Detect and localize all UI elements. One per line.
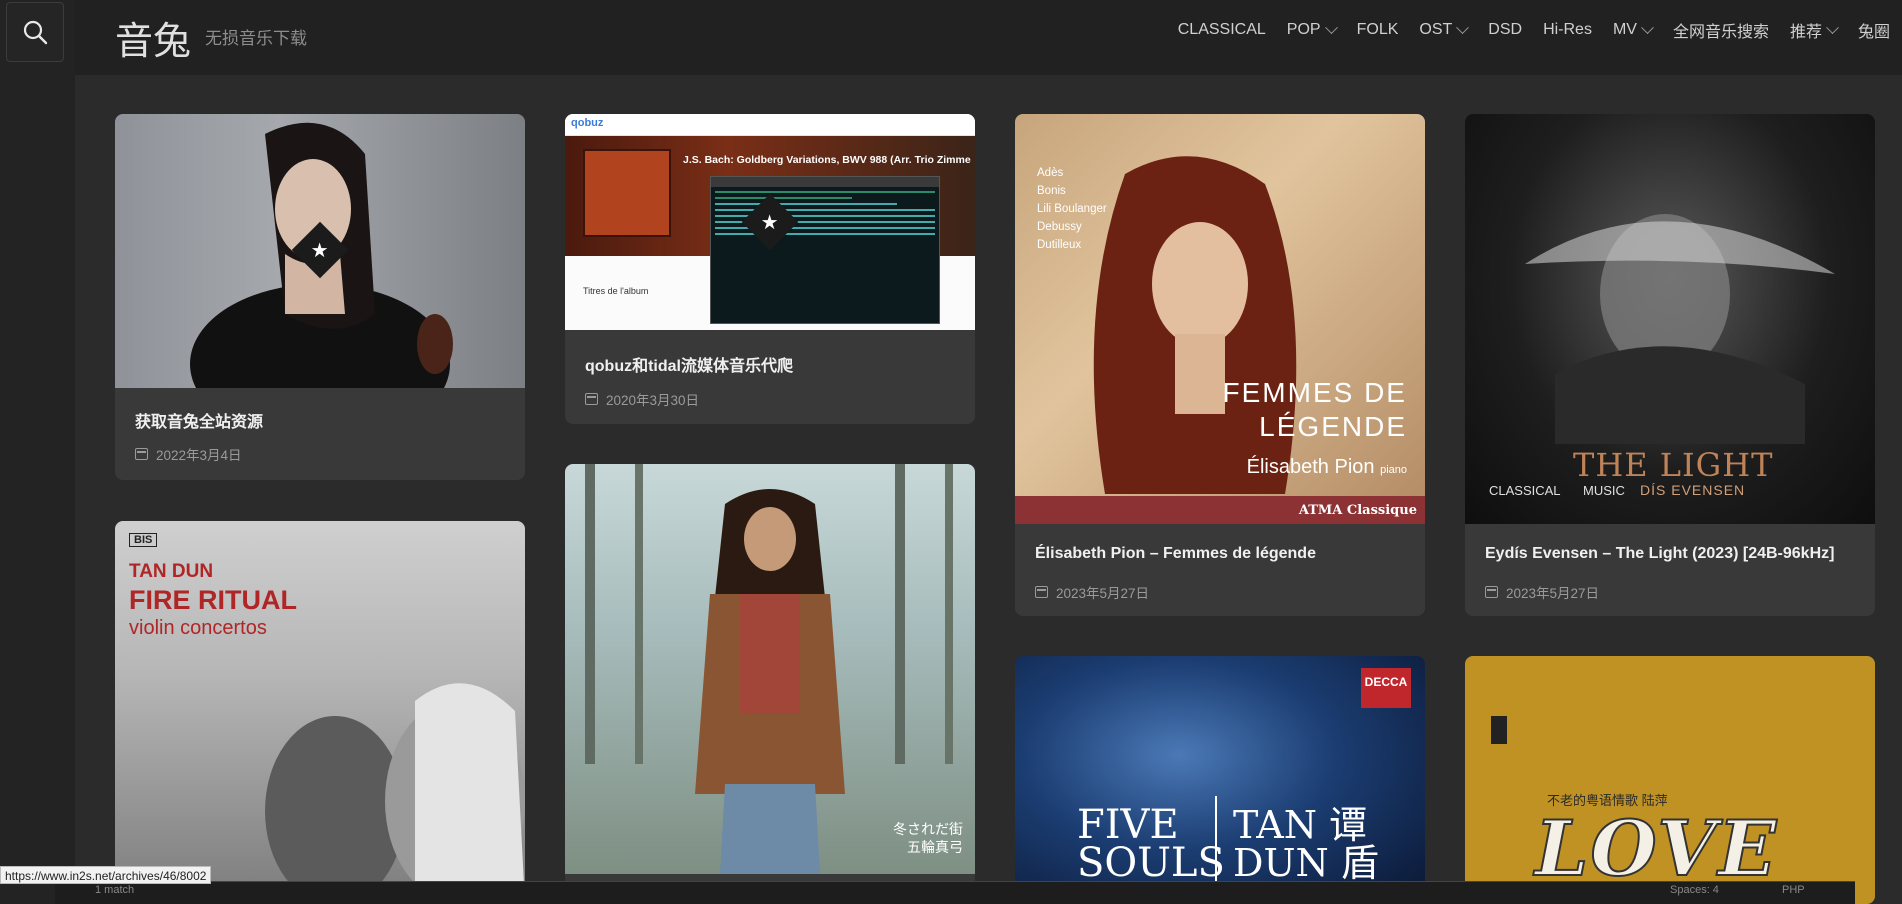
match-count: 1 match	[95, 884, 135, 896]
album-cover-subtitle: violin concertos	[129, 617, 267, 639]
qobuz-album-title: J.S. Bach: Goldberg Variations, BWV 988 …	[683, 154, 971, 166]
record-label: BIS	[129, 533, 158, 547]
album-cover-title: FIVE SOULS	[1077, 802, 1225, 886]
calendar-icon	[135, 448, 148, 460]
post-card[interactable]: ★ 获取音兔全站资源 2022年3月4日	[115, 114, 525, 480]
nav-item-ost[interactable]: OST	[1419, 18, 1470, 42]
nav-item-circle[interactable]: 兔圈	[1858, 18, 1890, 42]
post-card[interactable]: Adès Bonis Lili Boulanger Debussy Dutill…	[1015, 114, 1425, 616]
editor-status-strip: 1 match Spaces: 4 PHP	[55, 881, 1855, 904]
link-status-bar: https://www.in2s.net/archives/46/8002	[0, 866, 212, 884]
nav-item-pop[interactable]: POP	[1287, 18, 1338, 42]
chevron-down-icon	[1641, 20, 1654, 34]
post-date: 2023年5月27日	[1035, 582, 1149, 602]
post-title[interactable]: Élisabeth Pion – Femmes de légende	[1035, 545, 1316, 563]
post-card[interactable]: 不老的粤语情歌 陆萍 LOVE	[1465, 656, 1875, 904]
category-tag[interactable]: CLASSICAL	[1489, 483, 1561, 498]
nav-item-folk[interactable]: FOLK	[1357, 18, 1399, 42]
terminal-window	[710, 176, 940, 324]
album-cover-title: FIRE RITUAL	[129, 585, 297, 615]
post-thumbnail[interactable]: DECCA FIVE SOULS TAN 谭 DUN 盾	[1015, 656, 1425, 904]
left-sidebar	[0, 0, 75, 904]
spaces-indicator: Spaces: 4	[1670, 884, 1719, 896]
chevron-down-icon	[1324, 20, 1338, 34]
site-tagline: 无损音乐下载	[205, 29, 307, 48]
chevron-down-icon	[1456, 20, 1470, 34]
album-cover-title: FEMMES DE LÉGENDE	[1222, 377, 1407, 442]
post-thumbnail[interactable]: BIS TAN DUN FIRE RITUAL violin concertos	[115, 521, 525, 904]
album-cover-artist: TAN 谭 DUN 盾	[1233, 803, 1379, 885]
album-cover-title: THE LIGHT	[1573, 446, 1774, 484]
post-card[interactable]: THE LIGHT DÍS EVENSEN CLASSICAL MUSIC Ey…	[1465, 114, 1875, 616]
post-card[interactable]: BIS TAN DUN FIRE RITUAL violin concertos	[115, 521, 525, 904]
site-header: 音兔 无损音乐下载 CLASSICAL POP FOLK OST DSD Hi-…	[75, 0, 1902, 75]
chevron-down-icon	[1826, 20, 1839, 34]
record-label-logo	[1491, 716, 1507, 744]
qobuz-logo: qobuz	[571, 117, 604, 129]
nav-item-classical[interactable]: CLASSICAL	[1178, 18, 1266, 42]
syntax-indicator: PHP	[1782, 884, 1805, 896]
nav-item-hires[interactable]: Hi-Res	[1543, 18, 1592, 42]
post-card[interactable]: DECCA FIVE SOULS TAN 谭 DUN 盾	[1015, 656, 1425, 904]
calendar-icon	[585, 393, 598, 405]
composer-list: Adès Bonis Lili Boulanger Debussy Dutill…	[1037, 167, 1107, 251]
album-cover-title: LOVE	[1534, 803, 1779, 894]
record-label: DECCA	[1361, 668, 1411, 708]
post-thumbnail[interactable]: 不老的粤语情歌 陆萍 LOVE	[1465, 656, 1875, 904]
calendar-icon	[1485, 586, 1498, 598]
album-cover-artist: DÍS EVENSEN	[1640, 482, 1746, 498]
post-title[interactable]: Eydís Evensen – The Light (2023) [24B-96…	[1485, 545, 1834, 563]
search-icon	[23, 20, 48, 45]
site-logo[interactable]: 音兔	[115, 10, 191, 65]
nav-item-dsd[interactable]: DSD	[1488, 18, 1522, 42]
main-nav: CLASSICAL POP FOLK OST DSD Hi-Res MV 全网音…	[1157, 18, 1890, 42]
nav-item-search-all[interactable]: 全网音乐搜索	[1673, 18, 1769, 42]
calendar-icon	[1035, 586, 1048, 598]
post-thumbnail[interactable]: Adès Bonis Lili Boulanger Debussy Dutill…	[1015, 114, 1425, 524]
post-date: 2020年3月30日	[585, 389, 699, 409]
post-date: 2022年3月4日	[135, 444, 242, 464]
post-thumbnail[interactable]: qobuz J.S. Bach: Goldberg Variations, BW…	[565, 114, 975, 330]
star-icon: ★	[311, 239, 329, 262]
post-title[interactable]: qobuz和tidal流媒体音乐代爬	[585, 352, 793, 376]
post-card[interactable]: 冬されだ街 五輪真弓	[565, 464, 975, 904]
post-thumbnail[interactable]: 冬されだ街 五輪真弓	[565, 464, 975, 874]
qobuz-section-title: Titres de l'album	[583, 286, 649, 296]
post-title[interactable]: 获取音兔全站资源	[135, 408, 263, 432]
star-icon: ★	[761, 211, 779, 234]
post-card[interactable]: qobuz J.S. Bach: Goldberg Variations, BW…	[565, 114, 975, 424]
nav-item-mv[interactable]: MV	[1613, 18, 1654, 42]
record-label: ATMA Classique	[1298, 503, 1417, 518]
album-cover-title: 冬されだ街 五輪真弓	[893, 821, 963, 855]
album-cover-artist: Élisabeth Pion piano	[1246, 456, 1407, 478]
post-thumbnail[interactable]: THE LIGHT DÍS EVENSEN CLASSICAL MUSIC	[1465, 114, 1875, 524]
post-thumbnail[interactable]: ★	[115, 114, 525, 388]
post-date: 2023年5月27日	[1485, 582, 1599, 602]
portrait-illustration	[585, 464, 953, 874]
post-grid: ★ 获取音兔全站资源 2022年3月4日 qobuz J.S. Bach: Go…	[75, 75, 1902, 904]
search-button[interactable]	[6, 2, 64, 62]
nav-item-recommend[interactable]: 推荐	[1790, 18, 1839, 42]
category-tag[interactable]: MUSIC	[1583, 483, 1625, 498]
album-cover-artist: TAN DUN	[129, 561, 214, 582]
